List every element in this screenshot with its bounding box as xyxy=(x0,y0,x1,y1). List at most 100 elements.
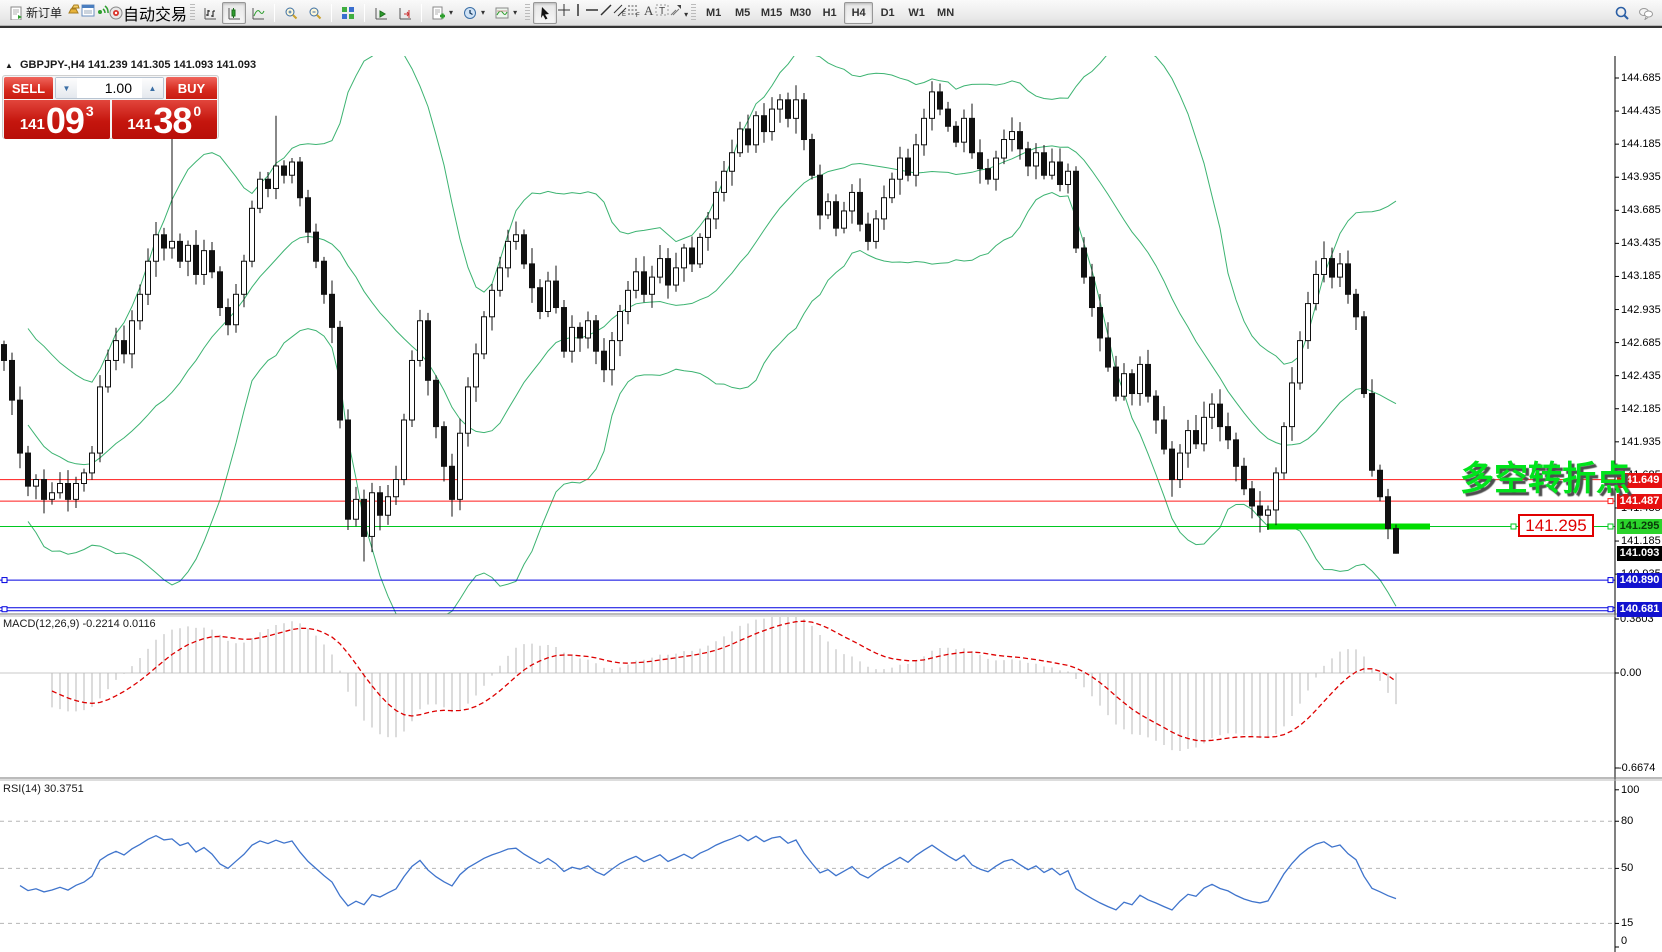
dropdown-caret-icon[interactable]: ▾ xyxy=(513,8,517,17)
chart-overlays: 140.935141.185141.435141.685141.935142.1… xyxy=(0,28,1662,952)
price-axis-label: 142.935 xyxy=(1621,304,1661,316)
template-button[interactable]: ▾ xyxy=(490,2,522,24)
bar-chart-button[interactable] xyxy=(198,2,222,24)
timeframe-h1-button[interactable]: H1 xyxy=(815,2,844,24)
chart-shift-button[interactable] xyxy=(393,2,417,24)
macd-indicator-label: MACD(12,26,9) -0.2214 0.0116 xyxy=(3,618,156,630)
zoom-in-button[interactable] xyxy=(279,2,303,24)
shapes-icon xyxy=(669,3,683,17)
timeframe-m15-button[interactable]: M15 xyxy=(757,2,786,24)
community-button[interactable] xyxy=(1634,2,1658,24)
hline-icon xyxy=(585,3,599,17)
vertical-line-button[interactable] xyxy=(571,3,585,22)
new-order-icon xyxy=(9,6,23,20)
autotrading-icon xyxy=(109,6,123,20)
svg-text:A: A xyxy=(644,3,654,17)
line-chart-button[interactable] xyxy=(246,2,270,24)
volume-input[interactable] xyxy=(77,78,142,98)
price-level-label[interactable]: 141.295 xyxy=(1518,514,1594,537)
toolbar-separator xyxy=(525,4,530,22)
toolbar-separator xyxy=(190,4,195,22)
svg-text:F: F xyxy=(636,13,640,17)
price-axis-label: 143.435 xyxy=(1621,237,1661,249)
volume-stepper: ▼ ▲ xyxy=(55,77,164,99)
search-icon xyxy=(1615,6,1629,20)
volume-increase-button[interactable]: ▲ xyxy=(142,78,163,98)
price-axis-label: 143.185 xyxy=(1621,270,1661,282)
collapse-triangle-icon[interactable]: ▲ xyxy=(5,61,13,70)
crosshair-icon xyxy=(557,3,571,17)
toolbar-separator xyxy=(421,4,422,22)
new-order-button[interactable]: 新订单 xyxy=(4,2,67,24)
label-button[interactable]: T xyxy=(655,3,669,22)
cursor-button[interactable] xyxy=(533,2,557,24)
timeframe-h4-button[interactable]: H4 xyxy=(844,2,873,24)
auto-scroll-button[interactable] xyxy=(369,2,393,24)
current-price-badge: 141.093 xyxy=(1617,546,1662,561)
rsi-indicator-label: RSI(14) 30.3751 xyxy=(3,783,84,795)
period-button[interactable]: ▾ xyxy=(458,2,490,24)
tile-icon xyxy=(341,6,355,20)
fibonacci-button[interactable]: F xyxy=(627,3,641,22)
macd-indicator-values: -0.2214 0.0116 xyxy=(82,618,155,630)
chat-icon xyxy=(1639,6,1653,20)
gold-icon xyxy=(67,3,81,17)
zoom-out-button[interactable] xyxy=(303,2,327,24)
main-toolbar: 新订单 自动交易 ▾ ▾ ▾ E FAT ▾ M1M5M15M30H1H4D1W1MN xyxy=(0,0,1662,26)
toolbar-separator xyxy=(331,4,332,22)
macd-scale-label: -0.6674 xyxy=(1618,762,1655,774)
signal-icon xyxy=(95,3,109,17)
horizontal-line-button[interactable] xyxy=(585,3,599,22)
buy-price-display[interactable]: 141 38 0 xyxy=(112,100,218,139)
chart-ohlc-values: 141.239 141.305 141.093 141.093 xyxy=(88,59,256,71)
price-axis-label: 143.685 xyxy=(1621,204,1661,216)
timeframe-d1-button[interactable]: D1 xyxy=(873,2,902,24)
chart-title: ▲ GBPJPY-,H4 141.239 141.305 141.093 141… xyxy=(5,59,256,71)
shapes-button[interactable]: ▾ xyxy=(669,3,688,22)
cursor-icon xyxy=(538,6,552,20)
buy-button[interactable]: BUY xyxy=(166,77,217,99)
text-icon: A xyxy=(641,3,655,17)
autotrading-button[interactable]: 自动交易 xyxy=(109,1,187,25)
timeframe-m5-button[interactable]: M5 xyxy=(728,2,757,24)
candlestick-chart-button[interactable] xyxy=(222,2,246,24)
price-axis-label: 144.435 xyxy=(1621,105,1661,117)
signals-button[interactable] xyxy=(95,3,109,22)
gold-chart-button[interactable] xyxy=(67,3,81,22)
price-level-badge: 140.681 xyxy=(1617,602,1662,617)
tile-windows-button[interactable] xyxy=(336,2,360,24)
toolbar-separator xyxy=(691,4,696,22)
sell-price-display[interactable]: 141 09 3 xyxy=(4,100,110,139)
text-button[interactable]: A xyxy=(641,3,655,22)
line-chart-icon xyxy=(251,6,265,20)
timeframe-m1-button[interactable]: M1 xyxy=(699,2,728,24)
dropdown-caret-icon[interactable]: ▾ xyxy=(481,8,485,17)
crosshair-button[interactable] xyxy=(557,3,571,22)
rsi-scale-label: 15 xyxy=(1621,917,1633,929)
search-button[interactable] xyxy=(1610,2,1634,24)
rsi-scale-label: 100 xyxy=(1621,784,1639,796)
timeframe-w1-button[interactable]: W1 xyxy=(902,2,931,24)
trendline-button[interactable] xyxy=(599,3,613,22)
dropdown-caret-icon[interactable]: ▾ xyxy=(449,8,453,17)
timeframe-m30-button[interactable]: M30 xyxy=(786,2,815,24)
chart-window[interactable]: ▲ GBPJPY-,H4 141.239 141.305 141.093 141… xyxy=(0,26,1662,952)
add-indicator-button[interactable]: ▾ xyxy=(426,2,458,24)
channel-button[interactable]: E xyxy=(613,3,627,22)
rsi-scale-label: 50 xyxy=(1621,862,1633,874)
sell-button[interactable]: SELL xyxy=(4,77,53,99)
timeframe-mn-button[interactable]: MN xyxy=(931,2,960,24)
vline-icon xyxy=(571,3,585,17)
volume-decrease-button[interactable]: ▼ xyxy=(56,78,77,98)
market-watch-icon xyxy=(81,3,95,17)
annotation-text[interactable]: 多空转折点 xyxy=(1460,451,1630,500)
zoom-in-icon xyxy=(284,6,298,20)
mt4-application: 新订单 自动交易 ▾ ▾ ▾ E FAT ▾ M1M5M15M30H1H4D1W1MN ▲ GB… xyxy=(0,0,1662,952)
dropdown-caret-icon[interactable]: ▾ xyxy=(684,10,688,19)
rsi-scale-label: 0 xyxy=(1621,935,1627,947)
ind-shift-icon xyxy=(398,6,412,20)
market-watch-button[interactable] xyxy=(81,3,95,22)
label-icon: T xyxy=(655,3,669,17)
fibo-icon: F xyxy=(627,3,641,17)
chart-symbol-period: GBPJPY-,H4 xyxy=(20,59,85,71)
